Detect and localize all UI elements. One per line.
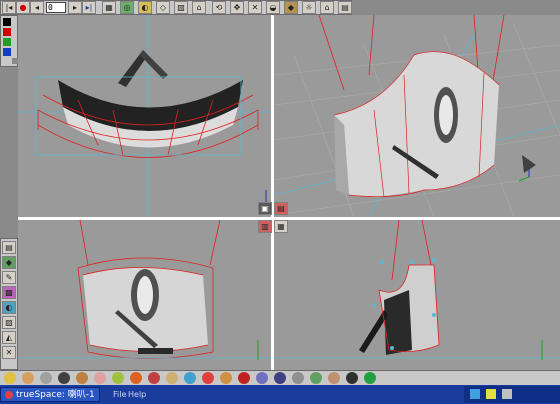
primitive-1-icon[interactable] [4, 372, 16, 384]
palette-tool-1-icon[interactable]: ▤ [2, 241, 16, 254]
taskbar: trueSpace: 喇叭-1 File Help [0, 385, 560, 404]
move-icon[interactable]: ✥ [230, 1, 244, 14]
view-toggle-4-icon[interactable]: ▦ [274, 220, 288, 233]
primitive-19-icon[interactable] [328, 372, 340, 384]
color-swatch-black[interactable] [3, 18, 11, 26]
view-toggle-3-icon[interactable]: ▥ [258, 220, 272, 233]
scale-icon[interactable]: ✕ [248, 1, 262, 14]
tool-1-icon[interactable]: ◎ [120, 1, 134, 14]
primitive-17-icon[interactable] [292, 372, 304, 384]
primitive-11-icon[interactable] [184, 372, 196, 384]
primitive-21-icon[interactable] [364, 372, 376, 384]
viewport-front-left[interactable] [18, 15, 271, 217]
home-icon[interactable]: ⌂ [320, 1, 334, 14]
viewport-front-left-scene [18, 15, 271, 217]
viewport-front[interactable] [18, 220, 271, 370]
color-swatch-blue[interactable] [3, 48, 11, 56]
view-toggle-1-icon[interactable]: ▣ [258, 202, 272, 215]
palette-tool-3-icon[interactable]: ✎ [2, 271, 16, 284]
color-swatch-red[interactable] [3, 28, 11, 36]
grid-icon[interactable]: ▦ [102, 1, 116, 14]
top-toolbar: |◂ ● ◂ ▸ ▸| ▦ ◎ ◐ ◇ ▨ ⌂ ⟲ ✥ ✕ ◒ ◆ ☼ ⌂ ▤ [0, 0, 352, 15]
palette-tool-5-icon[interactable]: ◐ [2, 301, 16, 314]
menu-file[interactable]: File [113, 385, 126, 404]
bottom-toolbar [0, 370, 560, 386]
palette-tool-7-icon[interactable]: ◭ [2, 331, 16, 344]
primitive-16-icon[interactable] [274, 372, 286, 384]
primitive-8-icon[interactable] [130, 372, 142, 384]
tool-3-icon[interactable]: ◇ [156, 1, 170, 14]
tray-icon-3[interactable] [502, 389, 512, 399]
primitive-3-icon[interactable] [40, 372, 52, 384]
color-swatch-green[interactable] [3, 38, 11, 46]
taskbar-title: trueSpace: 喇叭-1 [16, 390, 95, 400]
primitive-10-icon[interactable] [166, 372, 178, 384]
viewport-divider-horizontal[interactable] [18, 217, 560, 220]
primitive-18-icon[interactable] [310, 372, 322, 384]
forward-icon[interactable]: ▸| [82, 1, 96, 14]
viewport-side[interactable] [274, 220, 560, 370]
primitive-7-icon[interactable] [112, 372, 124, 384]
color-palette [0, 15, 18, 67]
left-tool-palette: ▤ ◆ ✎ ▩ ◐ ▨ ◭ ✕ [0, 238, 18, 370]
viewport-perspective[interactable] [274, 15, 560, 217]
tool-6-icon[interactable]: ◒ [266, 1, 280, 14]
viewport-side-scene [274, 220, 560, 360]
primitive-5-icon[interactable] [76, 372, 88, 384]
palette-tool-8-icon[interactable]: ✕ [2, 346, 16, 359]
primitive-6-icon[interactable] [94, 372, 106, 384]
view-toggle-2-icon[interactable]: ▤ [274, 202, 288, 215]
viewport-front-scene [18, 220, 271, 360]
system-tray [464, 386, 560, 403]
tool-5-icon[interactable]: ⌂ [192, 1, 206, 14]
viewport-divider-vertical[interactable] [271, 15, 274, 370]
primitive-9-icon[interactable] [148, 372, 160, 384]
play-icon[interactable]: ▸ [68, 1, 82, 14]
tray-icon-1[interactable] [470, 389, 480, 399]
tool-9-icon[interactable]: ▤ [338, 1, 352, 14]
primitive-4-icon[interactable] [58, 372, 70, 384]
primitive-20-icon[interactable] [346, 372, 358, 384]
tray-icon-2[interactable] [486, 389, 496, 399]
record-icon[interactable]: ● [16, 1, 30, 14]
palette-tool-4-icon[interactable]: ▩ [2, 286, 16, 299]
primitive-14-icon[interactable] [238, 372, 250, 384]
primitive-15-icon[interactable] [256, 372, 268, 384]
palette-tool-2-icon[interactable]: ◆ [2, 256, 16, 269]
app-icon [5, 390, 13, 399]
primitive-2-icon[interactable] [22, 372, 34, 384]
menu-help[interactable]: Help [128, 385, 146, 404]
tool-8-icon[interactable]: ☼ [302, 1, 316, 14]
anim-start-icon[interactable]: |◂ [2, 1, 16, 14]
rewind-icon[interactable]: ◂ [30, 1, 44, 14]
palette-tool-6-icon[interactable]: ▨ [2, 316, 16, 329]
tool-4-icon[interactable]: ▨ [174, 1, 188, 14]
primitive-13-icon[interactable] [220, 372, 232, 384]
rotate-icon[interactable]: ⟲ [212, 1, 226, 14]
tool-2-icon[interactable]: ◐ [138, 1, 152, 14]
tool-7-icon[interactable]: ◆ [284, 1, 298, 14]
frame-field[interactable] [46, 2, 66, 13]
primitive-12-icon[interactable] [202, 372, 214, 384]
taskbar-app-button[interactable]: trueSpace: 喇叭-1 [0, 387, 100, 402]
viewport-perspective-scene [274, 15, 560, 217]
